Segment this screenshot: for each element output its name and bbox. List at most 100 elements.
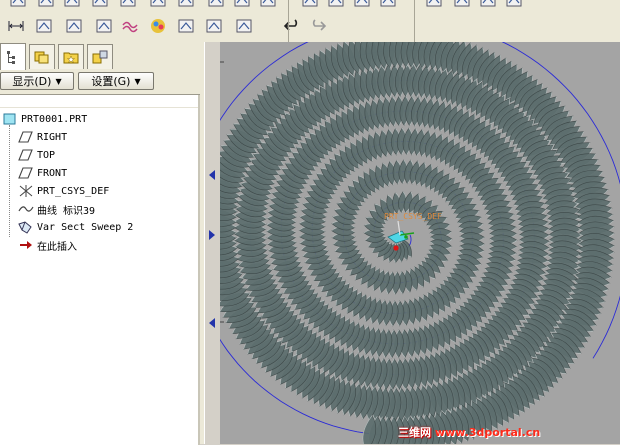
datum-points-button[interactable] [478,0,498,10]
datum-plane-icon [18,166,34,180]
chevron-down-icon: ▼ [55,76,62,86]
sweep-surface [220,42,615,444]
graphics-window[interactable]: PRT_CSYS_DEF [220,42,620,444]
folder-browser-icon [34,51,49,64]
show-menu-label: 显示(D) [12,75,52,88]
csys-button[interactable] [504,0,524,10]
model-tree: PRT0001.PRT RIGHT TOP FRONT PRT_CSYS_DEF 曲线 标… [0,94,200,445]
shell-button[interactable] [64,16,84,36]
tree-item-right[interactable]: RIGHT [18,129,67,145]
favorites-tab[interactable] [58,44,84,69]
settings-menu-label: 设置(G) [91,75,131,88]
hidden-line-button[interactable] [326,0,346,10]
zoom-in-button[interactable] [148,0,168,10]
folder-browser-tab[interactable] [29,44,55,69]
watermark: 三维网 www.3dportal.cn [398,424,540,440]
analysis-button[interactable] [94,16,114,36]
dimension-icon [8,21,24,31]
sweep-icon [18,220,34,234]
csys-icon [506,0,522,7]
redo-button[interactable] [308,16,328,36]
tree-item-label: PRT0001.PRT [21,113,88,125]
settings-menu-button[interactable]: 设置(G) ▼ [78,72,154,90]
model-tree-tab[interactable] [0,43,26,70]
navigator-tabs [0,42,204,70]
insert-here-icon [18,238,34,252]
pattern-button[interactable] [234,16,254,36]
spin-center-icon [234,0,250,7]
spiral-sweep-model[interactable] [220,42,620,444]
model-tree-display-button[interactable] [258,0,278,10]
datum-plane-icon [18,130,34,144]
save-view-button[interactable] [90,0,110,10]
refit-button[interactable] [118,0,138,10]
tree-item-curve[interactable]: 曲线 标识39 [18,201,95,217]
zoom-in-icon [150,0,166,7]
collapse-left-icon[interactable] [208,318,216,328]
tree-item-label: RIGHT [37,131,68,143]
analysis-icon [96,19,112,33]
dimension-button[interactable] [6,16,26,36]
favorites-icon [63,52,79,64]
datum-axes-icon [454,0,470,7]
layers-icon [64,0,80,7]
tree-item-label: FRONT [37,167,68,179]
no-hidden-button[interactable] [352,0,372,10]
repaint-button[interactable] [206,0,226,10]
hidden-line-icon [328,0,344,7]
wireframe-button[interactable] [300,0,320,10]
sketch-button[interactable] [8,0,28,10]
connections-icon [92,50,108,64]
view-orient-icon [38,0,54,7]
pattern-icon [236,19,252,33]
collapse-left-icon[interactable] [208,170,216,180]
tree-item-label: TOP [37,149,56,161]
curve-icon [18,202,34,216]
datum-axes-button[interactable] [452,0,472,10]
toolbar-separator [414,0,415,42]
chevron-down-icon: ▼ [134,76,141,86]
view-orient-button[interactable] [36,0,56,10]
tree-item-prt-csys-def[interactable]: PRT_CSYS_DEF [18,183,109,199]
show-menu-button[interactable]: 显示(D) ▼ [0,72,74,90]
curvature-icon [122,21,138,33]
zoom-out-icon [178,0,194,7]
datum-planes-icon [426,0,442,7]
tree-connector-line [9,125,11,237]
tree-item-var-sect-sweep-2[interactable]: Var Sect Sweep 2 [18,219,133,235]
tree-item-prt0001-prt[interactable]: PRT0001.PRT [2,111,87,127]
tree-header [0,95,200,108]
csys-label: PRT_CSYS_DEF [384,212,442,221]
tree-item-front[interactable]: FRONT [18,165,67,181]
spin-center-button[interactable] [232,0,252,10]
tree-controls: 显示(D) ▼ 设置(G) ▼ [0,70,204,92]
tree-item-top[interactable]: TOP [18,147,55,163]
sketch-icon [10,0,26,7]
model-tree-display-icon [260,0,276,7]
tree-item-insert-here[interactable]: 在此插入 [18,237,77,253]
tree-scrollbar[interactable] [198,95,200,445]
mass-props-button[interactable] [204,16,224,36]
appearance-icon [151,19,165,33]
undo-button[interactable] [282,16,302,36]
no-hidden-icon [354,0,370,7]
zoom-out-button[interactable] [176,0,196,10]
cut-icon [178,19,194,33]
shading-button[interactable] [378,0,398,10]
navigator-panel: 显示(D) ▼ 设置(G) ▼ PRT0001.PRT RIGHT TOP FRONT… [0,42,204,445]
cut-button[interactable] [176,16,196,36]
tree-item-label: Var Sect Sweep 2 [37,221,134,233]
datum-planes-button[interactable] [424,0,444,10]
refit-icon [120,0,136,7]
part-icon [2,112,18,126]
appearance-button[interactable] [148,16,168,36]
csys-icon [18,184,34,198]
hole-button[interactable] [34,16,54,36]
curvature-button[interactable] [120,16,140,36]
expand-right-icon[interactable] [208,230,216,240]
connections-tab[interactable] [87,44,113,69]
tree-item-label: 曲线 标识39 [37,205,96,217]
mass-props-icon [206,19,222,33]
layers-button[interactable] [62,0,82,10]
repaint-icon [208,0,224,7]
